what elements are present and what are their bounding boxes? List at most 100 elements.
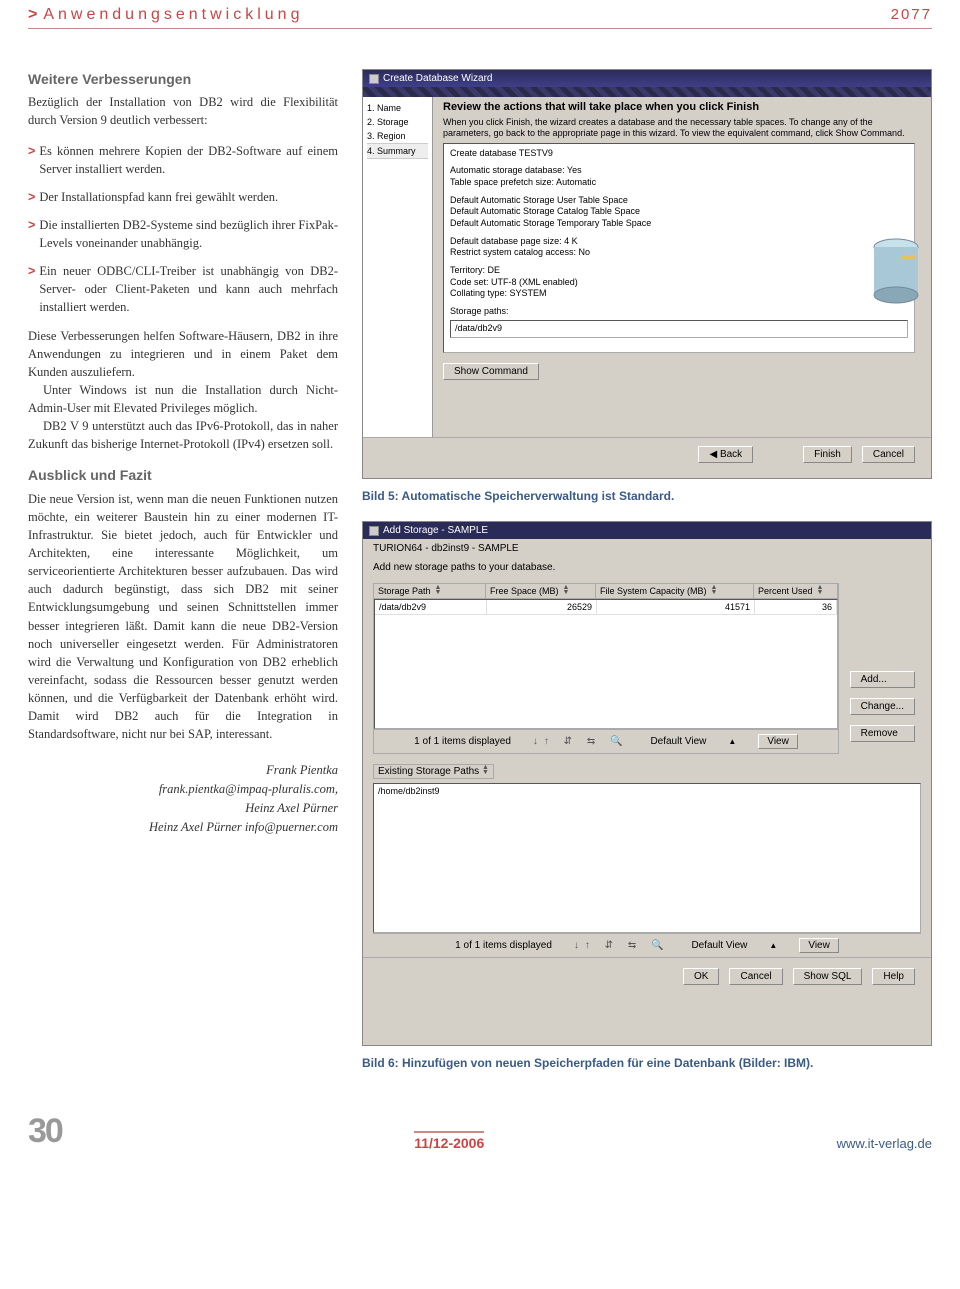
bullet-item: >Der Installationspfad kann frei gewählt… xyxy=(28,188,338,206)
cell-storage-path: /data/db2v9 xyxy=(375,600,487,614)
add-storage-screenshot: Add Storage - SAMPLE TURION64 - db2inst9… xyxy=(362,521,932,1046)
titlebar-hatch xyxy=(363,87,931,97)
view-selector[interactable]: Default View xyxy=(691,940,747,951)
list-item[interactable]: /home/db2inst9 xyxy=(374,784,920,798)
cancel-button[interactable]: Cancel xyxy=(862,446,915,463)
page-footer: 30 11/12-2006 www.it-verlag.de xyxy=(28,1106,932,1151)
wizard-main-title: Review the actions that will take place … xyxy=(443,101,915,113)
header-category: >Anwendungsentwicklung xyxy=(28,6,303,24)
show-sql-button[interactable]: Show SQL xyxy=(793,968,863,985)
show-command-button[interactable]: Show Command xyxy=(443,363,539,380)
paragraph: DB2 V 9 unterstützt auch das IPv6-Protok… xyxy=(28,417,338,453)
review-line: Automatic storage database: Yes xyxy=(450,165,908,177)
issue-number: 11/12-2006 xyxy=(414,1131,484,1151)
review-line: Default database page size: 4 K xyxy=(450,236,908,248)
column-header[interactable]: Percent Used▲▼ xyxy=(754,584,838,598)
table-status-bar: 1 of 1 items displayed ↓↑ ⇵ ⇆ 🔍 Default … xyxy=(373,933,921,957)
view-button[interactable]: View xyxy=(758,734,798,749)
review-line: Table space prefetch size: Automatic xyxy=(450,177,908,189)
bullet-item: >Ein neuer ODBC/CLI-Treiber ist unabhäng… xyxy=(28,262,338,316)
window-titlebar: Create Database Wizard xyxy=(363,70,931,87)
view-button[interactable]: View xyxy=(799,938,839,953)
sort-icon: ▲▼ xyxy=(817,586,824,596)
column-header[interactable]: Storage Path▲▼ xyxy=(374,584,486,598)
help-button[interactable]: Help xyxy=(872,968,915,985)
review-line: Code set: UTF-8 (XML enabled) xyxy=(450,277,908,289)
sort-icon: ▲▼ xyxy=(711,586,718,596)
wizard-step[interactable]: 1. Name xyxy=(367,101,428,115)
wizard-help-text: When you click Finish, the wizard create… xyxy=(443,117,915,139)
angle-icon: > xyxy=(28,188,35,206)
existing-paths-list: /home/db2inst9 xyxy=(373,783,921,933)
review-line: Default Automatic Storage User Table Spa… xyxy=(450,195,908,207)
wizard-step-selected[interactable]: 4. Summary xyxy=(367,143,428,159)
author-email: Heinz Axel Pürner info@puerner.com xyxy=(28,818,338,837)
review-line: Create database TESTV9 xyxy=(450,148,908,160)
intro-paragraph: Bezüglich der Installation von DB2 wird … xyxy=(28,93,338,129)
paragraph: Unter Windows ist nun die Installation d… xyxy=(28,381,338,417)
cell-capacity: 41571 xyxy=(597,600,755,614)
back-button[interactable]: ◀ Back xyxy=(698,446,753,463)
bullet-item: >Es können mehrere Kopien der DB2-Softwa… xyxy=(28,142,338,178)
storage-path-value: /data/db2v9 xyxy=(450,320,908,338)
column-header[interactable]: File System Capacity (MB)▲▼ xyxy=(596,584,754,598)
website-url: www.it-verlag.de xyxy=(837,1136,932,1151)
review-line: Storage paths: xyxy=(450,306,908,318)
view-selector[interactable]: Default View xyxy=(650,736,706,747)
app-icon xyxy=(369,526,379,536)
header-year: 2077 xyxy=(891,6,932,23)
window-title: Create Database Wizard xyxy=(383,73,493,84)
database-cylinder-icon xyxy=(871,237,921,307)
cell-free-space: 26529 xyxy=(487,600,597,614)
bullet-item: >Die installierten DB2-Systeme sind bezü… xyxy=(28,216,338,252)
wizard-steps-sidebar: 1. Name 2. Storage 3. Region 4. Summary xyxy=(363,97,433,437)
add-button[interactable]: Add... xyxy=(850,671,915,688)
author-name: Heinz Axel Pürner xyxy=(28,799,338,818)
instruction-text: Add new storage paths to your database. xyxy=(363,558,931,577)
table-row[interactable]: /data/db2v9 26529 41571 36 xyxy=(375,600,837,615)
section-title-improvements: Weitere Verbesserungen xyxy=(28,69,338,89)
sort-icon: ▲▼ xyxy=(435,586,442,596)
table-header: Storage Path▲▼ Free Space (MB)▲▼ File Sy… xyxy=(374,584,838,599)
ok-button[interactable]: OK xyxy=(683,968,719,985)
up-icon[interactable]: ▲ xyxy=(769,941,777,950)
sort-icon: ▲▼ xyxy=(482,766,489,776)
toolbar-icons[interactable]: ↓↑ ⇵ ⇆ 🔍 xyxy=(574,940,670,951)
connection-path: TURION64 - db2inst9 - SAMPLE xyxy=(363,539,931,558)
cell-percent: 36 xyxy=(755,600,837,614)
wizard-screenshot: Create Database Wizard 1. Name 2. Storag… xyxy=(362,69,932,479)
column-header[interactable]: Free Space (MB)▲▼ xyxy=(486,584,596,598)
table-status-bar: 1 of 1 items displayed ↓↑ ⇵ ⇆ 🔍 Default … xyxy=(374,729,838,753)
toolbar-icons[interactable]: ↓↑ ⇵ ⇆ 🔍 xyxy=(533,736,629,747)
review-line: Collating type: SYSTEM xyxy=(450,288,908,300)
existing-paths-label: Existing Storage Paths ▲▼ xyxy=(373,764,494,779)
remove-button[interactable]: Remove xyxy=(850,725,915,742)
window-titlebar: Add Storage - SAMPLE xyxy=(363,522,931,539)
items-displayed: 1 of 1 items displayed xyxy=(414,736,511,747)
up-icon[interactable]: ▲ xyxy=(728,737,736,746)
paragraph: Die neue Version ist, wenn man die neuen… xyxy=(28,490,338,744)
items-displayed: 1 of 1 items displayed xyxy=(455,940,552,951)
window-title: Add Storage - SAMPLE xyxy=(383,525,488,536)
angle-icon: > xyxy=(28,216,35,252)
app-icon xyxy=(369,74,379,84)
cancel-button[interactable]: Cancel xyxy=(729,968,782,985)
author-block: Frank Pientka frank.pientka@impaq-plural… xyxy=(28,761,338,836)
change-button[interactable]: Change... xyxy=(850,698,915,715)
review-line: Restrict system catalog access: No xyxy=(450,247,908,259)
review-line: Territory: DE xyxy=(450,265,908,277)
figure-caption: Bild 5: Automatische Speicherverwaltung … xyxy=(362,489,932,503)
paragraph: Diese Verbesserungen helfen Software-Häu… xyxy=(28,327,338,381)
sort-icon: ▲▼ xyxy=(563,586,570,596)
finish-button[interactable]: Finish xyxy=(803,446,852,463)
review-line: Default Automatic Storage Catalog Table … xyxy=(450,206,908,218)
section-title-outlook: Ausblick und Fazit xyxy=(28,465,338,485)
angle-icon: > xyxy=(28,262,35,316)
page-header: >Anwendungsentwicklung 2077 xyxy=(28,0,932,29)
wizard-step[interactable]: 3. Region xyxy=(367,129,428,143)
review-line: Default Automatic Storage Temporary Tabl… xyxy=(450,218,908,230)
author-email: frank.pientka@impaq-pluralis.com, xyxy=(28,780,338,799)
figure-caption: Bild 6: Hinzufügen von neuen Speicherpfa… xyxy=(362,1056,932,1070)
page-number: 30 xyxy=(28,1112,62,1151)
wizard-step[interactable]: 2. Storage xyxy=(367,115,428,129)
